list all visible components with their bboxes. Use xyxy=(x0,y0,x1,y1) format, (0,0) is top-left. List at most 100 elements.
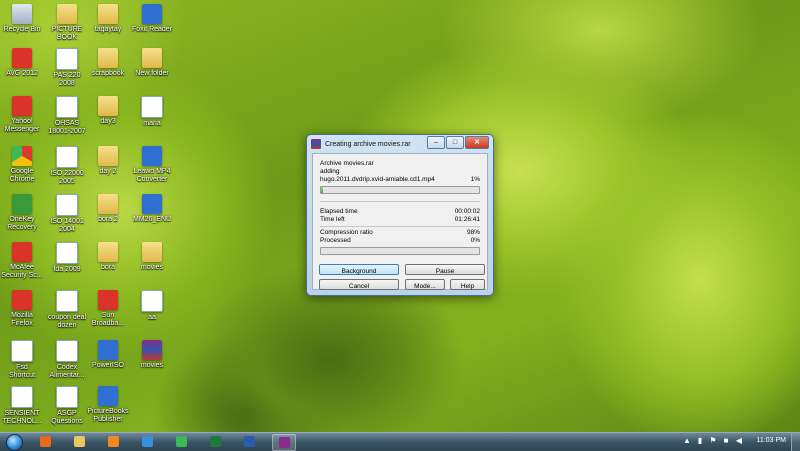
desktop-icon-label: PAS 220 2008 xyxy=(53,72,81,87)
document-icon xyxy=(56,290,78,312)
ratio-value: 98% xyxy=(466,229,480,236)
desktop-icon[interactable]: Google Chrome xyxy=(0,146,44,184)
desktop-icon-label: bora 2 xyxy=(98,216,118,223)
pause-button[interactable]: Pause xyxy=(405,264,485,275)
desktop-icon-label: ISO 22000 2005 xyxy=(50,170,84,185)
minimize-button[interactable]: – xyxy=(427,136,445,149)
taskbar-item[interactable] xyxy=(204,434,226,449)
show-desktop-button[interactable] xyxy=(791,433,800,451)
desktop-icon-label: fda 2009 xyxy=(53,266,81,273)
taskbar-item[interactable] xyxy=(238,434,260,449)
broadband-icon xyxy=(98,290,118,310)
desktop-icon[interactable]: Sun Broadba... xyxy=(86,290,130,328)
desktop-icon[interactable]: McAfee Security Sc... xyxy=(0,242,44,280)
taskbar-item[interactable] xyxy=(170,434,192,449)
pdf-reader-icon xyxy=(142,4,162,24)
desktop-icon[interactable]: Fsd Shortcut xyxy=(0,340,44,380)
desktop-icon[interactable]: AVG 2012 xyxy=(0,48,44,78)
desktop-icon[interactable]: PAS 220 2008 xyxy=(45,48,89,88)
desktop-icon[interactable]: fda 2009 xyxy=(45,242,89,274)
desktop-icon[interactable]: ISO 22000 2005 xyxy=(45,146,89,186)
elapsed-row: Elapsed time 00:00:02 xyxy=(320,208,480,215)
desktop-icon[interactable]: scrapbook xyxy=(86,48,130,78)
desktop-icon[interactable]: OHSAS 18001-2007 xyxy=(45,96,89,136)
desktop-icon[interactable]: MM26_ENU xyxy=(130,194,174,224)
tray-app-icon[interactable]: ■ xyxy=(721,436,731,446)
desktop-icon[interactable]: Leawo MP4 Converter xyxy=(130,146,174,184)
desktop-icon[interactable]: ISO 14001 2004 xyxy=(45,194,89,234)
desktop-icon[interactable]: bora 2 xyxy=(86,194,130,224)
desktop-icon[interactable]: Yahoo! Messenger xyxy=(0,96,44,134)
ratio-row: Compression ratio 98% xyxy=(320,229,480,236)
desktop-icon[interactable]: Recycle Bin xyxy=(0,4,44,34)
desktop-icon-label: scrapbook xyxy=(91,70,125,77)
desktop-icon[interactable]: PictureBooks Publisher xyxy=(86,386,130,424)
converter-icon xyxy=(142,146,162,166)
publisher-icon xyxy=(98,386,118,406)
cancel-button[interactable]: Cancel xyxy=(319,279,399,290)
desktop-icon-label: Yahoo! Messenger xyxy=(4,118,40,133)
desktop-icon[interactable]: OneKey Recovery xyxy=(0,194,44,232)
desktop-icon-label: movies xyxy=(140,362,164,369)
document-icon xyxy=(56,340,78,362)
document-icon xyxy=(11,386,33,408)
desktop-icon[interactable]: Mozilla Firefox xyxy=(0,290,44,328)
desktop-icon[interactable]: Codex Alimentar... xyxy=(45,340,89,380)
background-button[interactable]: Background xyxy=(319,264,399,275)
desktop-icon[interactable]: New folder xyxy=(130,48,174,78)
folder-icon xyxy=(142,48,162,68)
taskbar-item[interactable] xyxy=(68,434,90,449)
desktop-icon[interactable]: day 2 xyxy=(86,146,130,176)
maximize-button[interactable]: □ xyxy=(446,136,464,149)
desktop-icon[interactable]: maria xyxy=(130,96,174,128)
taskbar-item[interactable] xyxy=(136,434,158,449)
winrar-progress-dialog: Creating archive movies.rar – □ ✕ Archiv… xyxy=(306,134,494,296)
desktop-icon[interactable]: tagaytay xyxy=(86,4,130,34)
archive-line: Archive movies.rar xyxy=(320,160,374,167)
desktop-icon[interactable]: ASGP Questions xyxy=(45,386,89,426)
desktop-icon-label: Codex Alimentar... xyxy=(49,364,85,379)
desktop-icon[interactable]: aa xyxy=(130,290,174,322)
ie-icon xyxy=(141,436,153,447)
desktop-icon[interactable]: movies xyxy=(130,340,174,370)
desktop-icon[interactable]: bora xyxy=(86,242,130,272)
mode-button[interactable]: Mode... xyxy=(405,279,445,290)
file-progress-bar xyxy=(320,186,480,194)
winrar-icon xyxy=(142,340,162,360)
folder-icon xyxy=(98,146,118,166)
help-button[interactable]: Help xyxy=(450,279,485,290)
tray-expand-icon[interactable]: ▲ xyxy=(682,436,692,446)
winrar-icon xyxy=(311,139,321,149)
desktop-icon[interactable]: PowerISO xyxy=(86,340,130,370)
clock[interactable]: 11:03 PM xyxy=(757,437,786,444)
folder-icon xyxy=(98,4,118,24)
dialog-body: Archive movies.rar adding hugo.2011.dvdr… xyxy=(312,153,488,290)
desktop-icon-label: bora xyxy=(100,264,115,271)
volume-icon[interactable]: ◀ xyxy=(734,436,744,446)
desktop-icon-label: ASGP Questions xyxy=(51,410,83,425)
taskbar: ▲ ▮ ⚑ ■ ◀ 11:03 PM xyxy=(0,432,800,451)
installer-icon xyxy=(142,194,162,214)
taskbar-item[interactable] xyxy=(272,434,296,451)
desktop-icon[interactable]: Foxit Reader xyxy=(130,4,174,34)
dialog-titlebar[interactable]: Creating archive movies.rar xyxy=(311,137,433,151)
word-icon xyxy=(243,436,255,447)
desktop-icon[interactable]: day3 xyxy=(86,96,130,126)
taskbar-item[interactable] xyxy=(102,434,124,449)
antivirus-icon xyxy=(12,48,32,68)
start-button[interactable] xyxy=(4,433,24,451)
desktop-icon[interactable]: coupon deal dozen xyxy=(45,290,89,330)
explorer-icon xyxy=(73,436,85,447)
taskbar-item[interactable] xyxy=(34,434,56,449)
chrome-icon xyxy=(12,146,32,166)
desktop-icon[interactable]: PICTURE BOOK xyxy=(45,4,89,42)
desktop-icon-label: MM26_ENU xyxy=(132,216,172,223)
flag-icon[interactable]: ⚑ xyxy=(708,436,718,446)
desktop-icon[interactable]: SENSIENT TECHNOL... xyxy=(0,386,44,426)
desktop-icon[interactable]: movies xyxy=(130,242,174,272)
excel-icon xyxy=(209,436,221,447)
network-icon[interactable]: ▮ xyxy=(695,436,705,446)
folder-icon xyxy=(98,242,118,262)
close-button[interactable]: ✕ xyxy=(465,136,489,149)
winrar-icon xyxy=(278,437,290,448)
